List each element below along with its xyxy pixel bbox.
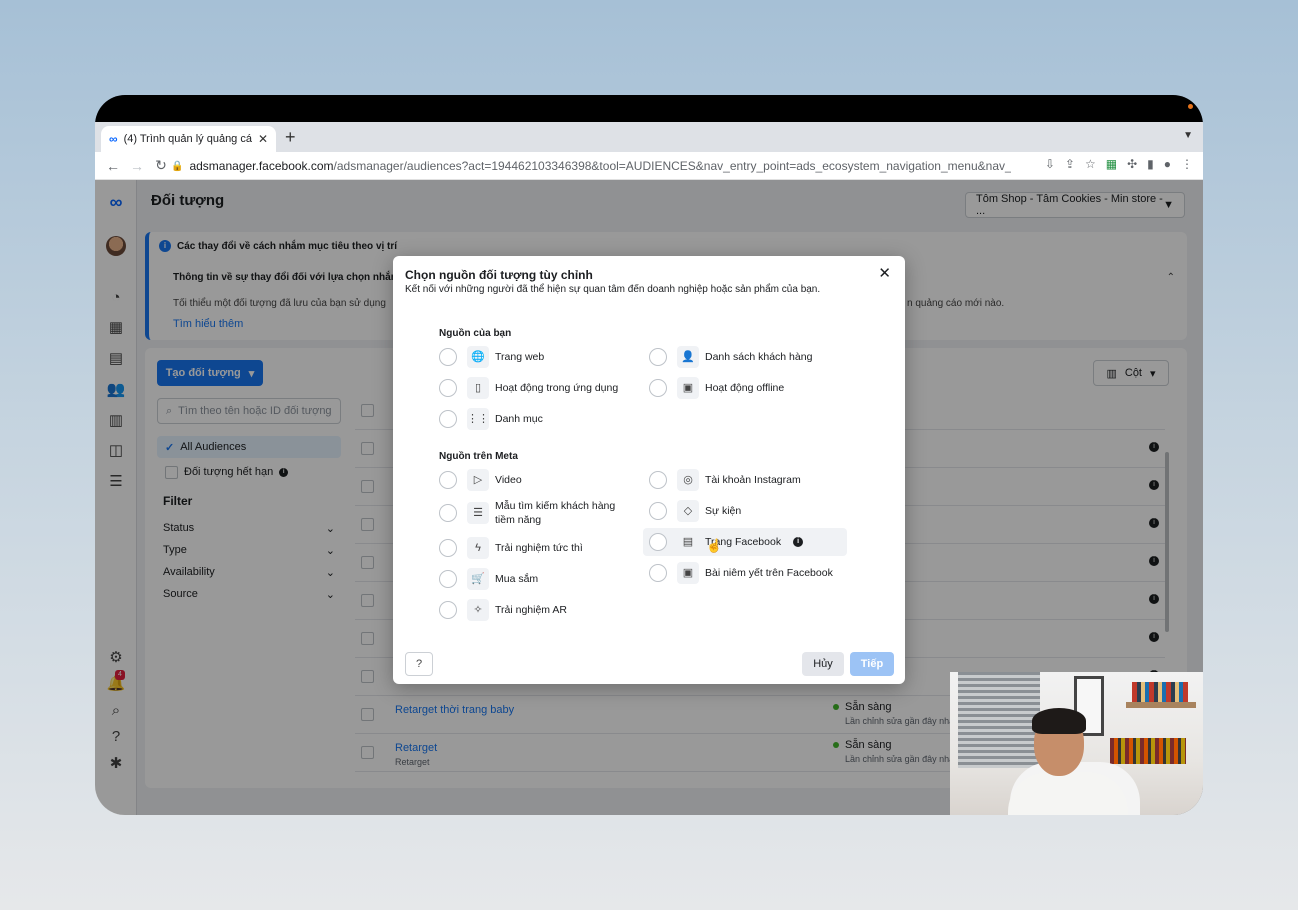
presenter-body	[1008, 772, 1128, 815]
shopping-cart-icon: 🛒	[467, 568, 489, 590]
bookshelf	[1126, 702, 1196, 708]
option-instagram-account[interactable]: ◎ Tài khoản Instagram	[649, 469, 801, 491]
radio[interactable]	[649, 502, 667, 520]
forward-icon[interactable]: →	[125, 158, 149, 174]
tag-icon: ◇	[677, 500, 699, 522]
option-label: Bài niêm yết trên Facebook	[705, 567, 833, 579]
option-label: Danh mục	[495, 413, 543, 425]
url-host: adsmanager.facebook.com	[189, 159, 334, 173]
puzzle-extensions-icon[interactable]: ✣	[1127, 157, 1137, 171]
webcam-video-overlay	[950, 672, 1203, 815]
option-label: Tài khoản Instagram	[705, 474, 801, 486]
install-icon[interactable]: ⇩	[1045, 157, 1055, 171]
option-label: Trải nghiệm tức thì	[495, 542, 583, 554]
new-tab-icon[interactable]: +	[285, 127, 296, 148]
radio[interactable]	[649, 348, 667, 366]
profile-icon[interactable]: ●	[1164, 157, 1171, 171]
dialog-subtitle: Kết nối với những người đã thể hiện sự q…	[405, 284, 821, 295]
sparkle-icon: ✧	[467, 599, 489, 621]
custom-audience-source-dialog: Chọn nguồn đối tượng tùy chỉnh Kết nối v…	[393, 256, 905, 684]
next-button[interactable]: Tiếp	[850, 652, 894, 676]
bookshelf-books-lower	[1110, 738, 1186, 764]
option-customer-list[interactable]: 👤 Danh sách khách hàng	[649, 346, 812, 368]
mobile-phone-icon: ▯	[467, 377, 489, 399]
radio[interactable]	[649, 533, 667, 551]
sheets-extension-icon[interactable]: ▦	[1106, 157, 1117, 171]
browser-toolbar: ← → ↻ 🔒 adsmanager.facebook.com/adsmanag…	[95, 152, 1203, 180]
bookmark-star-icon[interactable]: ☆	[1085, 157, 1096, 171]
option-lead-form[interactable]: ☰ Mẫu tìm kiếm khách hàng tiềm năng	[439, 499, 629, 527]
back-icon[interactable]: ←	[101, 158, 125, 174]
browser-tabbar: ∞ (4) Trình quản lý quảng cáo - F ✕ + ▼	[95, 122, 1203, 152]
option-shopping[interactable]: 🛒 Mua sắm	[439, 568, 538, 590]
radio[interactable]	[439, 570, 457, 588]
reload-icon[interactable]: ↻	[149, 157, 173, 174]
option-website[interactable]: 🌐 Trang web	[439, 346, 544, 368]
option-label: Trải nghiệm AR	[495, 604, 567, 616]
radio[interactable]	[439, 348, 457, 366]
presenter-hair	[1032, 708, 1086, 734]
tab-close-icon[interactable]: ✕	[258, 132, 268, 146]
lock-icon[interactable]: 🔒	[171, 161, 183, 172]
marketplace-icon: ▣	[677, 562, 699, 584]
radio[interactable]	[439, 601, 457, 619]
option-catalog[interactable]: ⋮⋮ Danh mục	[439, 408, 543, 430]
option-video[interactable]: ▷ Video	[439, 469, 522, 491]
option-ar-experience[interactable]: ✧ Trải nghiệm AR	[439, 599, 567, 621]
more-menu-icon[interactable]: ⋮	[1181, 157, 1193, 171]
dialog-title: Chọn nguồn đối tượng tùy chỉnh	[405, 268, 593, 282]
option-label: Mẫu tìm kiếm khách hàng tiềm năng	[495, 500, 616, 526]
option-offline-activity[interactable]: ▣ Hoạt động offline	[649, 377, 784, 399]
radio[interactable]	[439, 471, 457, 489]
instagram-icon: ◎	[677, 469, 699, 491]
radio[interactable]	[439, 379, 457, 397]
side-panel-icon[interactable]: ▮	[1147, 157, 1154, 171]
option-facebook-listing[interactable]: ▣ Bài niêm yết trên Facebook	[649, 562, 833, 584]
url-path: /adsmanager/audiences?act=19446210334639…	[333, 159, 1011, 173]
meta-logo-icon: ∞	[109, 132, 118, 146]
radio[interactable]	[649, 564, 667, 582]
option-instant-experience[interactable]: ϟ Trải nghiệm tức thì	[439, 537, 583, 559]
option-label: Video	[495, 474, 522, 486]
tab-title: (4) Trình quản lý quảng cáo - F	[123, 133, 252, 145]
grid-icon: ⋮⋮	[467, 408, 489, 430]
help-button[interactable]: ?	[405, 652, 433, 676]
radio[interactable]	[439, 539, 457, 557]
play-icon: ▷	[467, 469, 489, 491]
option-event[interactable]: ◇ Sự kiện	[649, 500, 741, 522]
radio[interactable]	[649, 379, 667, 397]
section-own-sources: Nguồn của bạn	[439, 328, 512, 339]
option-label: Sự kiện	[705, 505, 742, 517]
lightning-icon: ϟ	[467, 537, 489, 559]
bookshelf-books	[1132, 682, 1188, 702]
option-app-activity[interactable]: ▯ Hoạt động trong ứng dụng	[439, 377, 618, 399]
store-icon: ▣	[677, 377, 699, 399]
globe-icon: 🌐	[467, 346, 489, 368]
camera-indicator	[1188, 104, 1193, 109]
option-label: Trang web	[495, 351, 545, 363]
info-icon[interactable]: i	[793, 537, 804, 547]
list-lines-icon: ☰	[467, 502, 489, 524]
mouse-pointer-icon: ☝	[706, 538, 723, 553]
radio[interactable]	[439, 410, 457, 428]
option-label: Mua sắm	[495, 573, 539, 585]
browser-extensions: ⇩ ⇪ ☆ ▦ ✣ ▮ ● ⋮	[1045, 157, 1193, 171]
window-blinds	[958, 672, 1040, 768]
radio[interactable]	[649, 471, 667, 489]
address-bar[interactable]: 🔒 adsmanager.facebook.com/adsmanager/aud…	[171, 155, 1011, 177]
option-label: Hoạt động trong ứng dụng	[495, 382, 619, 394]
page-icon: ▤	[677, 531, 699, 553]
section-meta-sources: Nguồn trên Meta	[439, 451, 518, 462]
close-icon[interactable]: ✕	[878, 266, 891, 281]
share-icon[interactable]: ⇪	[1065, 157, 1075, 171]
option-label: Danh sách khách hàng	[705, 351, 813, 363]
person-list-icon: 👤	[677, 346, 699, 368]
cancel-button[interactable]: Hủy	[802, 652, 844, 676]
radio[interactable]	[439, 504, 457, 522]
option-label: Hoạt động offline	[705, 382, 785, 394]
option-facebook-page[interactable]: ▤ Trang Facebook i	[643, 528, 848, 556]
tab-search-chevron-icon[interactable]: ▼	[1183, 130, 1193, 141]
browser-tab[interactable]: ∞ (4) Trình quản lý quảng cáo - F ✕	[101, 126, 276, 152]
